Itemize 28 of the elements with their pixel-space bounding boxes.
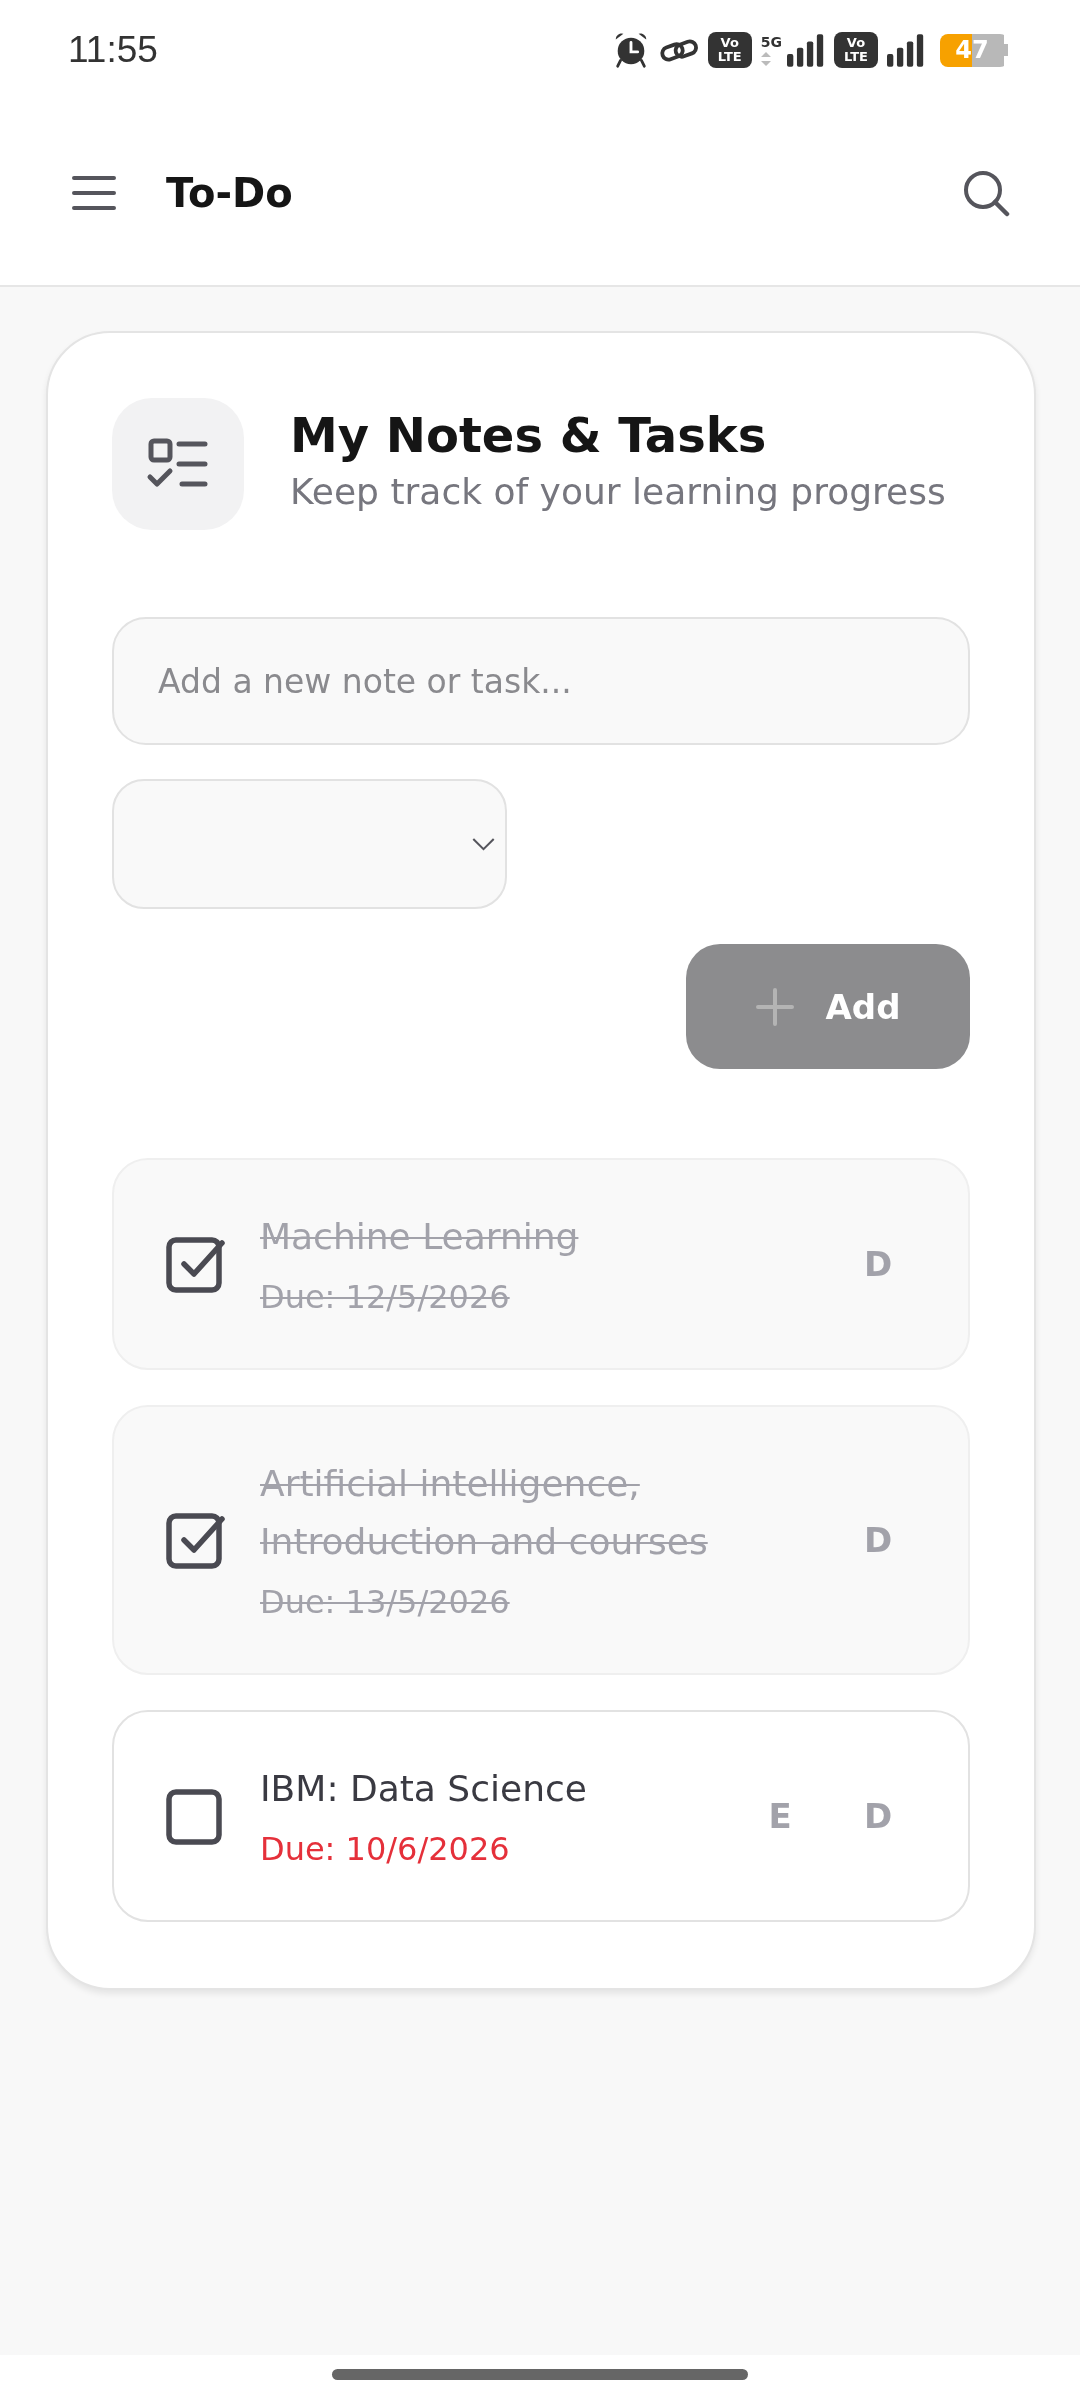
action-button[interactable]: D: [848, 1234, 908, 1294]
signal-icon: [887, 33, 925, 67]
checkbox[interactable]: [166, 1511, 226, 1569]
task-title: Artificial intelligence, Introduction and courses: [260, 1462, 709, 1564]
volte-badge: Vo LTE: [707, 32, 752, 68]
card-subtitle: Keep track of your learning progress: [290, 470, 946, 514]
checklist-icon: [112, 398, 244, 530]
action-button[interactable]: E: [750, 1786, 810, 1846]
chevron-down-icon: [472, 837, 495, 851]
task-due-date: Due: 10/6/2026: [260, 1829, 510, 1870]
plus-icon: [755, 987, 794, 1026]
action-button[interactable]: D: [848, 1786, 908, 1846]
status-time: 11:55: [68, 29, 158, 71]
task-title: IBM: Data Science: [260, 1767, 587, 1811]
volte-badge: Vo LTE: [834, 32, 878, 68]
data-arrows-icon: [760, 51, 771, 66]
note-input[interactable]: Add a new note or task...: [112, 617, 970, 745]
signal-icon: [787, 33, 825, 67]
network-type-label: 5G: [760, 34, 782, 50]
checkbox[interactable]: [166, 1235, 226, 1293]
menu-icon[interactable]: [72, 174, 116, 211]
card-title: My Notes & Tasks: [290, 406, 768, 464]
app-title: To-Do: [166, 169, 293, 216]
action-button[interactable]: D: [848, 1510, 908, 1570]
task-due-date: Due: 13/5/2026: [260, 1582, 510, 1623]
task-due-date: Due: 12/5/2026: [260, 1277, 510, 1318]
search-icon[interactable]: [962, 168, 1010, 217]
task-title: Machine Learning: [260, 1215, 579, 1259]
